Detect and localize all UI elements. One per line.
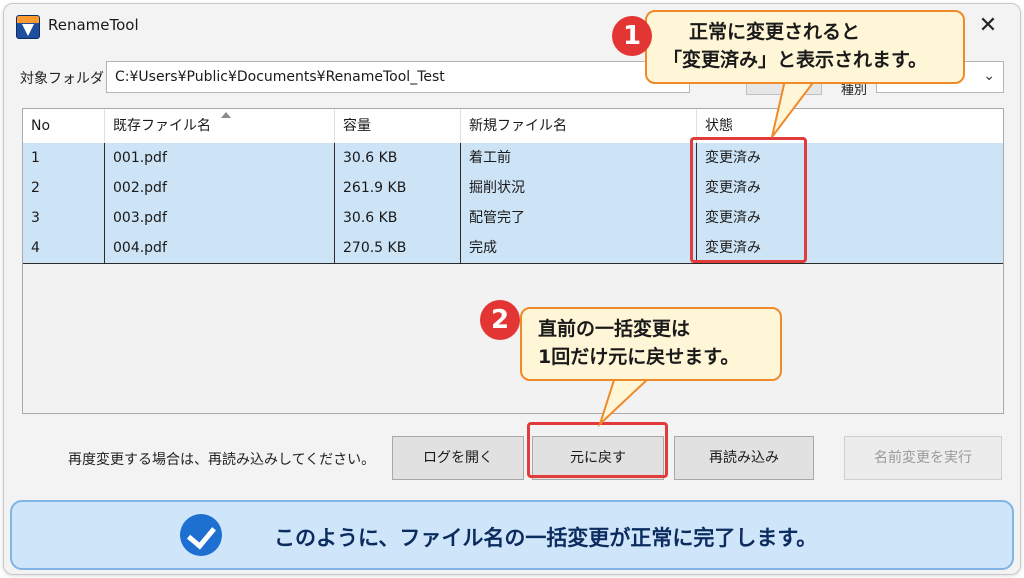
callout-2: 直前の一括変更は 1回だけ元に戻せます。 <box>520 307 782 381</box>
check-circle-icon <box>180 514 222 556</box>
completion-banner: このように、ファイル名の一括変更が正常に完了します。 <box>10 500 1014 570</box>
callout-2-pointer <box>597 376 653 428</box>
banner-text: このように、ファイル名の一括変更が正常に完了します。 <box>274 526 818 550</box>
callout-1-badge: 1 <box>612 16 652 56</box>
callout-2-line1: 直前の一括変更は <box>538 318 691 340</box>
callout-pointers <box>597 79 818 428</box>
callout-2-badge: 2 <box>480 300 520 340</box>
callout-2-line2: 1回だけ元に戻せます。 <box>538 346 740 368</box>
callout-1-line2: 「変更済み」と表示されます。 <box>663 49 928 71</box>
callout-1: 正常に変更されると 「変更済み」と表示されます。 <box>645 10 965 84</box>
callout-1-line1: 正常に変更されると <box>689 21 861 43</box>
callout-1-pointer <box>771 79 818 138</box>
